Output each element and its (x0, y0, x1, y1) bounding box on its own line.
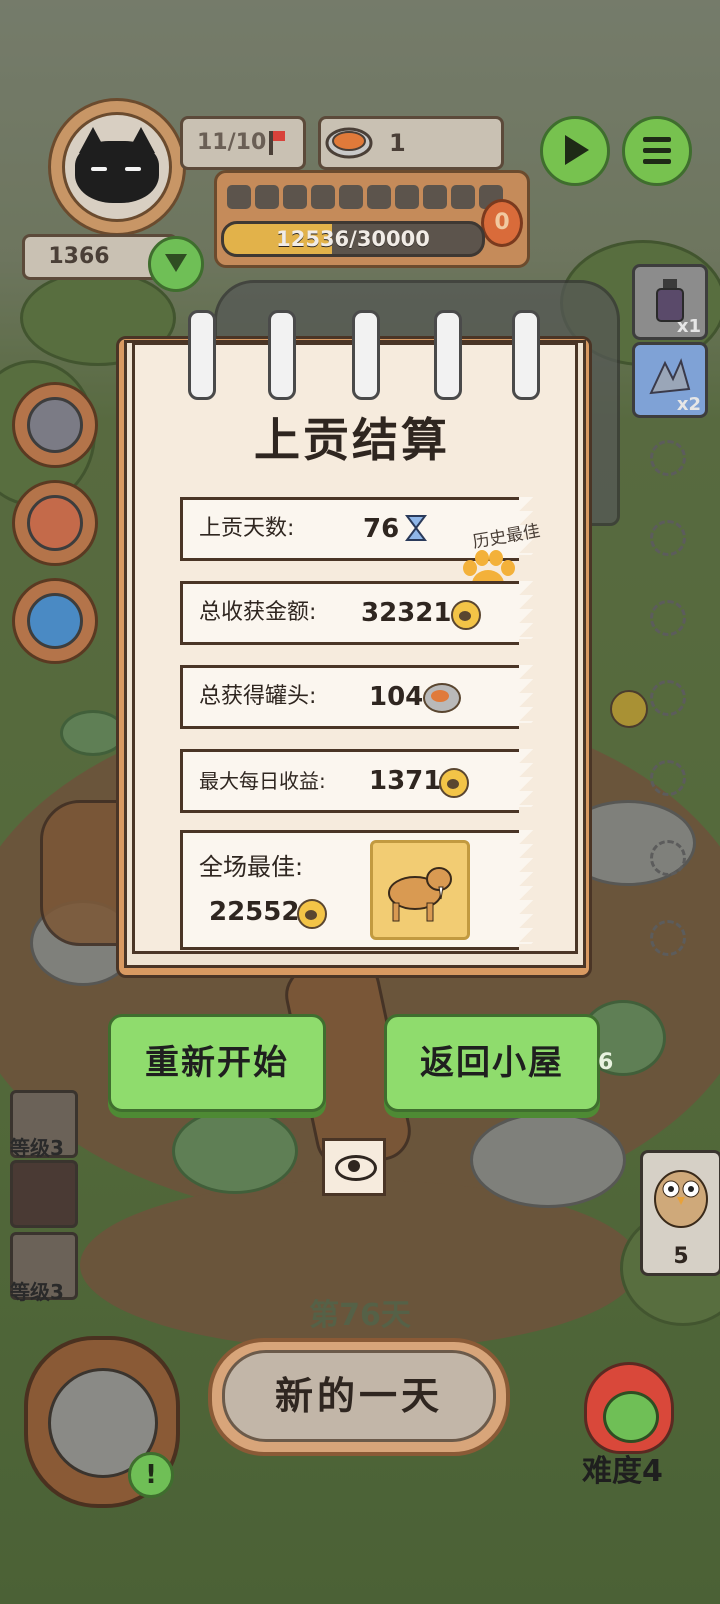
owl-count: 5 (673, 1244, 689, 1269)
stat-value: 22552 (209, 897, 300, 927)
owl-icon (654, 1170, 708, 1228)
difficulty-flame-icon[interactable] (584, 1362, 674, 1454)
stat-label: 全场最佳: (199, 853, 304, 881)
progress-segment (339, 185, 363, 209)
score-value: 1366 (48, 244, 110, 269)
left-item-collar[interactable] (12, 382, 98, 468)
day-progress-text: 11/10 (197, 130, 267, 155)
stat-label: 总获得罐头: (199, 684, 317, 709)
play-icon (565, 135, 589, 165)
owl-creature-card[interactable]: 5 (640, 1150, 720, 1276)
can-counter: 1 (318, 116, 504, 170)
item-count: x1 (676, 316, 701, 337)
item-slot-claw[interactable]: x2 (632, 342, 708, 418)
stat-row-total-income: 总收获金额: 32321 (180, 581, 533, 645)
sabertooth-tiger-icon (388, 867, 452, 922)
empty-slot-icon (650, 440, 686, 476)
dialog-title: 上贡结算 (254, 413, 450, 467)
binder-ring (512, 310, 540, 400)
hourglass-icon (405, 515, 427, 541)
stat-row-max-daily: 最大每日收益: 1371 (180, 749, 533, 813)
progress-segment (395, 185, 419, 209)
binder-ring (434, 310, 462, 400)
can-count: 1 (389, 129, 406, 157)
alert-button[interactable]: ! (128, 1452, 174, 1498)
stat-value: 104 (369, 682, 424, 712)
stat-label: 最大每日收益: (199, 769, 326, 793)
stat-label: 上贡天数: (199, 516, 295, 541)
progress-segment (227, 185, 251, 209)
stat-value: 76 (363, 514, 400, 544)
xp-progress-text: 12536/30000 (276, 227, 430, 251)
empty-slot-icon (650, 920, 686, 956)
new-day-button[interactable]: 新的一天 (208, 1338, 510, 1456)
stat-value: 32321 (361, 598, 452, 628)
can-icon (325, 127, 373, 159)
play-button[interactable] (540, 116, 610, 186)
black-cat-icon (75, 141, 159, 203)
stat-row-total-cans: 总获得罐头: 104 (180, 665, 533, 729)
paw-coin-icon (439, 768, 469, 798)
restart-button[interactable]: 重新开始 (108, 1014, 326, 1112)
menu-button[interactable] (622, 116, 692, 186)
creature-slot-2[interactable] (10, 1160, 78, 1228)
paw-coin-icon (297, 899, 327, 929)
item-count: x2 (676, 394, 701, 415)
best-creature-card[interactable] (370, 840, 470, 940)
progress-segment (423, 185, 447, 209)
pad-count: 6 (598, 1050, 614, 1075)
xp-progress-bar: 12536/30000 (221, 221, 485, 257)
paw-coin-icon (451, 600, 481, 630)
current-day-label: 第76天 (309, 1298, 411, 1333)
progress-segment (311, 185, 335, 209)
progress-panel: 0 12536/30000 (214, 170, 530, 268)
new-day-label: 新的一天 (222, 1350, 496, 1442)
collar-icon (27, 397, 83, 453)
level-label: 等级3 (10, 1136, 64, 1160)
can-icon (423, 683, 461, 713)
list-icon (625, 119, 689, 183)
flag-icon (269, 131, 285, 155)
binder-ring (188, 310, 216, 400)
empty-slot-icon (650, 520, 686, 556)
stat-label: 总收获金额: (199, 600, 317, 625)
empty-slot-icon (650, 760, 686, 796)
binder-ring (352, 310, 380, 400)
toggle-view-button[interactable] (322, 1138, 386, 1196)
binder-ring (268, 310, 296, 400)
empty-slot-icon (650, 680, 686, 716)
coin-badge: 0 (481, 199, 523, 247)
orb-icon (27, 593, 83, 649)
progress-segment (255, 185, 279, 209)
difficulty-label: 难度4 (582, 1454, 663, 1489)
progress-segment (367, 185, 391, 209)
left-item-bowl[interactable] (12, 480, 98, 566)
avatar[interactable] (62, 112, 172, 222)
progress-segment (451, 185, 475, 209)
left-item-orb[interactable] (12, 578, 98, 664)
return-home-button[interactable]: 返回小屋 (384, 1014, 600, 1112)
heart-icon (165, 254, 187, 272)
bowl-icon (27, 495, 83, 551)
empty-slot-icon (650, 600, 686, 636)
progress-segment (283, 185, 307, 209)
heart-button[interactable] (148, 236, 204, 292)
day-progress-box: 11/10 (180, 116, 306, 170)
item-slot-potion[interactable]: x1 (632, 264, 708, 340)
empty-slot-icon (650, 840, 686, 876)
stat-value: 1371 (369, 766, 442, 796)
